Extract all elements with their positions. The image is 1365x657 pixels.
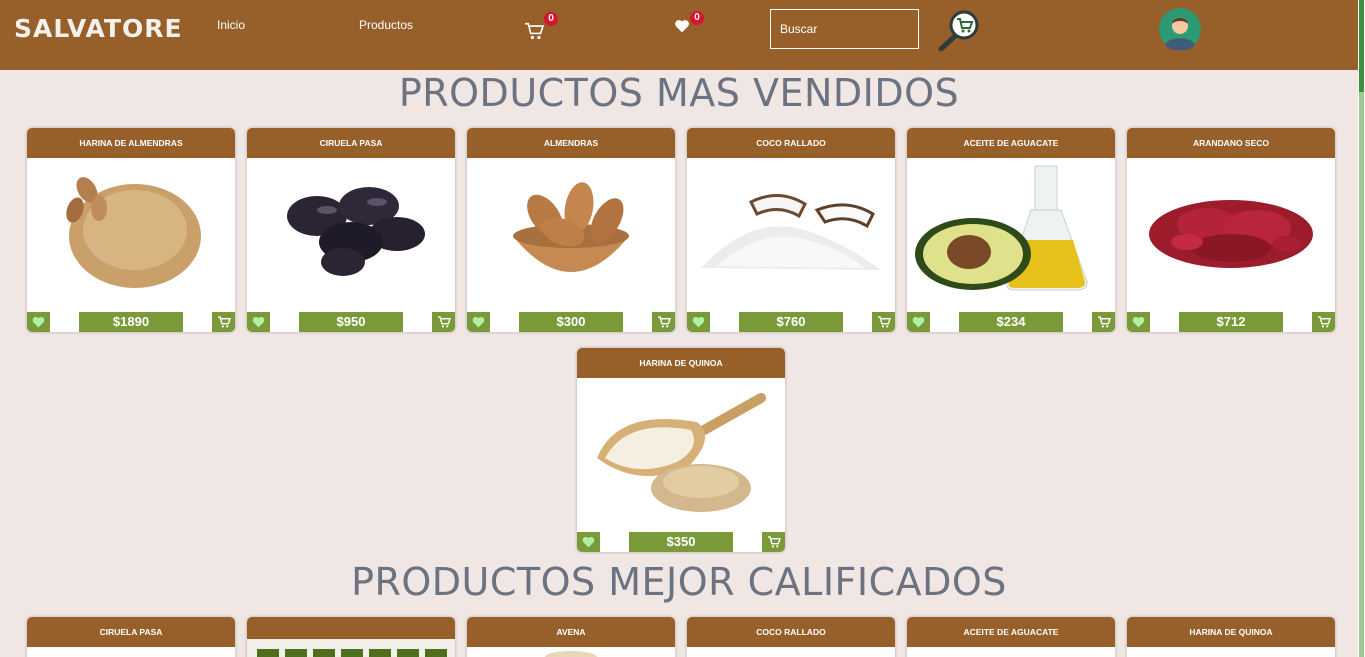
product-card[interactable]: COCO RALLADO $760 (687, 128, 895, 332)
product-card[interactable]: HARINA DE QUINOA (1127, 617, 1335, 657)
scrollbar-track[interactable] (1359, 0, 1364, 657)
add-to-cart-button[interactable] (762, 532, 785, 552)
product-price: $300 (519, 312, 623, 332)
cart-icon (1097, 316, 1111, 328)
product-image-prunes[interactable] (247, 158, 455, 308)
product-card[interactable] (247, 617, 455, 657)
product-card[interactable]: CIRUELA PASA (27, 617, 235, 657)
heart-icon (692, 316, 705, 328)
heart-icon (675, 20, 689, 33)
product-name: ACEITE DE AGUACATE (907, 128, 1115, 158)
product-price: $950 (299, 312, 403, 332)
product-card[interactable]: COCO RALLADO (687, 617, 895, 657)
add-to-cart-button[interactable] (212, 312, 235, 332)
product-price: $1890 (79, 312, 183, 332)
favorites-count-badge: 0 (690, 11, 704, 25)
product-card[interactable]: HARINA DE QUINOA $350 (577, 348, 785, 552)
product-card[interactable]: ACEITE DE AGUACATE (907, 617, 1115, 657)
heart-icon (1132, 316, 1145, 328)
product-card[interactable]: AVENA (467, 617, 675, 657)
product-name: COCO RALLADO (687, 617, 895, 647)
brand-logo-image[interactable] (247, 639, 455, 657)
cart-icon (657, 316, 671, 328)
best-sellers-title: PRODUCTOS MAS VENDIDOS (398, 71, 960, 115)
add-favorite-button[interactable] (687, 312, 710, 332)
cart-icon (525, 22, 545, 40)
product-card[interactable]: ACEITE DE AGUACATE $234 (907, 128, 1115, 332)
search-cart-button[interactable] (936, 9, 982, 52)
product-image-oats[interactable] (467, 647, 675, 657)
product-name: COCO RALLADO (687, 128, 895, 158)
cart-icon (1317, 316, 1331, 328)
nav-inicio-link[interactable]: Inicio (217, 18, 245, 32)
product-name: ARANDANO SECO (1127, 128, 1335, 158)
cart-icon (217, 316, 231, 328)
add-favorite-button[interactable] (1127, 312, 1150, 332)
add-favorite-button[interactable] (467, 312, 490, 332)
user-avatar-icon (1159, 8, 1201, 52)
scrollbar[interactable] (1358, 0, 1365, 657)
product-name: HARINA DE QUINOA (1127, 617, 1335, 647)
user-avatar[interactable] (1159, 8, 1201, 52)
product-price: $712 (1179, 312, 1283, 332)
add-to-cart-button[interactable] (652, 312, 675, 332)
brand-logo[interactable]: SALVATORE (14, 14, 183, 43)
product-price: $350 (629, 532, 733, 552)
product-name: HARINA DE QUINOA (577, 348, 785, 378)
product-image-almonds[interactable] (467, 158, 675, 308)
product-name: CIRUELA PASA (27, 617, 235, 647)
product-image-avocado-oil[interactable] (907, 158, 1115, 308)
top-navbar: SALVATORE Inicio Productos 0 0 (0, 0, 1358, 70)
nav-productos-link[interactable]: Productos (359, 18, 413, 32)
heart-icon (582, 536, 595, 548)
product-image-almond-flour[interactable] (27, 158, 235, 308)
product-name: CIRUELA PASA (247, 128, 455, 158)
product-image-dried-cranberries[interactable] (1127, 158, 1335, 308)
cart-icon (437, 316, 451, 328)
product-name: HARINA DE ALMENDRAS (27, 128, 235, 158)
product-image-shredded-coconut[interactable] (687, 158, 895, 308)
product-price: $234 (959, 312, 1063, 332)
product-name: AVENA (467, 617, 675, 647)
product-price: $760 (739, 312, 843, 332)
add-to-cart-button[interactable] (1312, 312, 1335, 332)
add-to-cart-button[interactable] (1092, 312, 1115, 332)
cart-icon (767, 536, 781, 548)
cart-icon (877, 316, 891, 328)
add-favorite-button[interactable] (907, 312, 930, 332)
product-card[interactable]: ALMENDRAS $300 (467, 128, 675, 332)
heart-icon (472, 316, 485, 328)
product-name: ALMENDRAS (467, 128, 675, 158)
heart-icon (252, 316, 265, 328)
product-card[interactable]: ARANDANO SECO $712 (1127, 128, 1335, 332)
cart-button[interactable]: 0 (524, 12, 558, 42)
product-card[interactable]: HARINA DE ALMENDRAS $1890 (27, 128, 235, 332)
product-card[interactable]: CIRUELA PASA $950 (247, 128, 455, 332)
add-favorite-button[interactable] (247, 312, 270, 332)
product-name: ACEITE DE AGUACATE (907, 617, 1115, 647)
product-image-quinoa-flour[interactable] (577, 378, 785, 528)
add-to-cart-button[interactable] (872, 312, 895, 332)
favorites-button[interactable]: 0 (674, 11, 704, 35)
cart-count-badge: 0 (544, 12, 558, 26)
heart-icon (32, 316, 45, 328)
top-rated-title: PRODUCTOS MEJOR CALIFICADOS (351, 560, 1007, 604)
add-to-cart-button[interactable] (432, 312, 455, 332)
add-favorite-button[interactable] (577, 532, 600, 552)
add-favorite-button[interactable] (27, 312, 50, 332)
heart-icon (912, 316, 925, 328)
search-input[interactable] (770, 9, 919, 49)
magnifier-cart-icon (938, 10, 979, 52)
